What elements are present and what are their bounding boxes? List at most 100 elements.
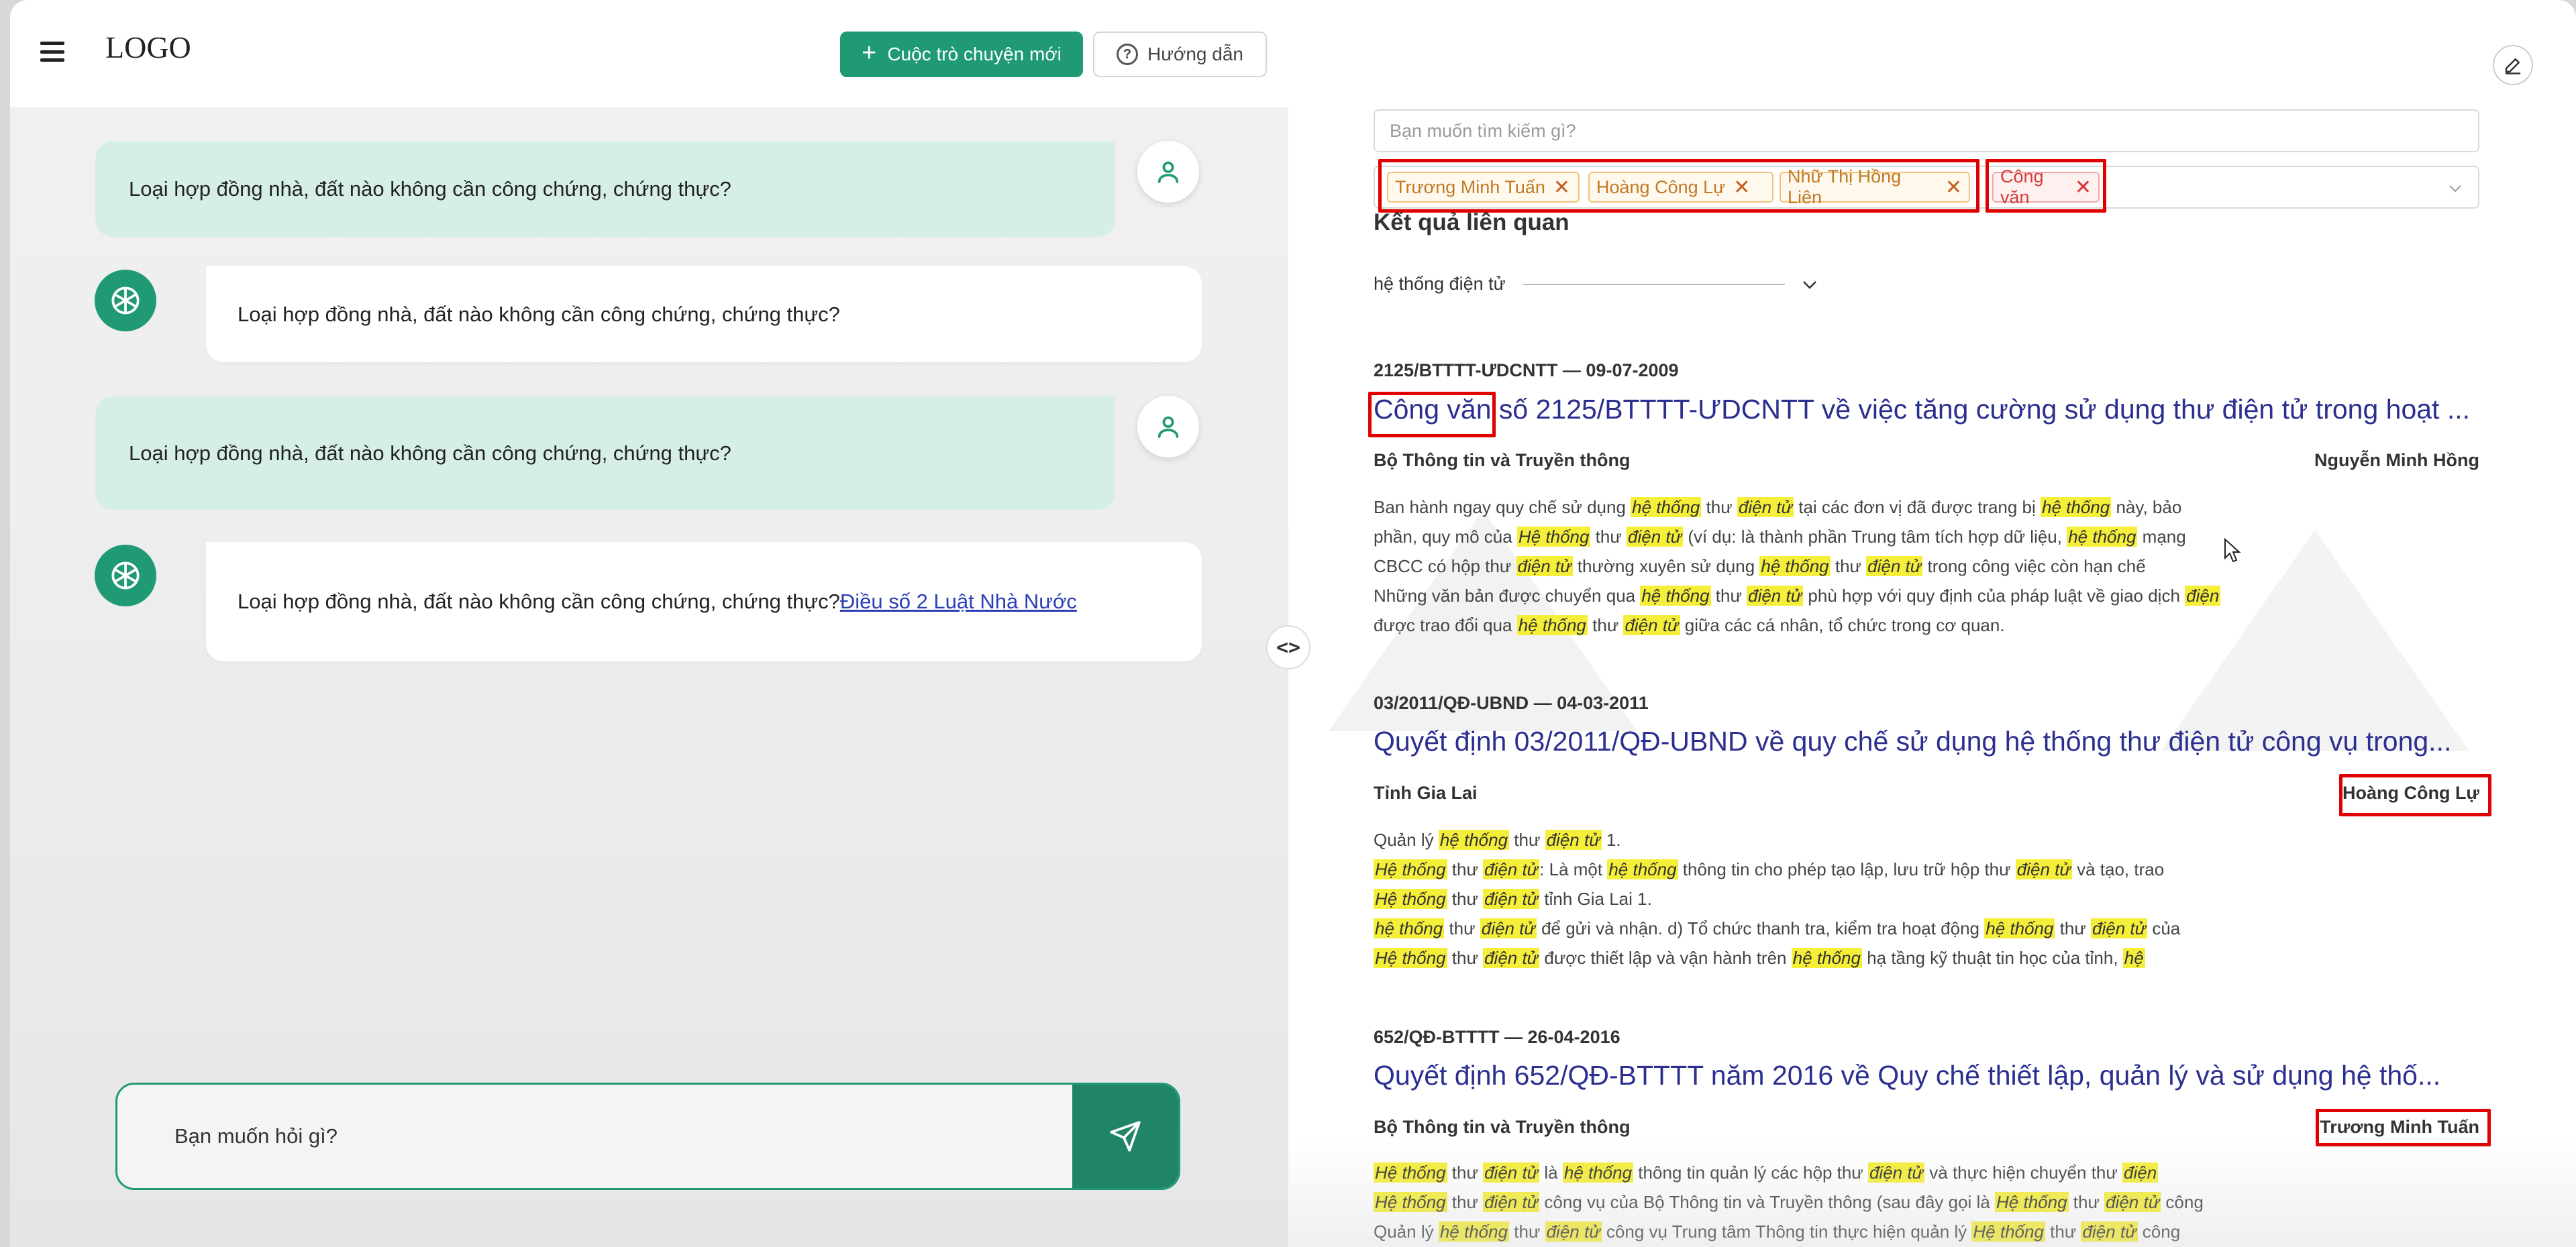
snippet-line: Quản lý hệ thống thư điện tử 1. bbox=[1374, 830, 1621, 850]
snippet-line: Quản lý hệ thống thư điện tử công vụ Tru… bbox=[1374, 1222, 2181, 1242]
highlighted-term: điện tử bbox=[2104, 1192, 2161, 1212]
message-text: Loại hợp đồng nhà, đất nào không cần côn… bbox=[238, 302, 840, 326]
annotation-highlight bbox=[1378, 159, 1979, 213]
highlighted-term: hệ thống bbox=[1791, 948, 1862, 968]
snippet-line: phần, quy mô của Hệ thống thư điện tử (v… bbox=[1374, 527, 2186, 547]
result-signer: Nguyễn Minh Hồng bbox=[2314, 450, 2479, 470]
highlighted-term: hệ thống bbox=[1516, 615, 1588, 635]
highlighted-term: điện tử bbox=[1623, 615, 1680, 635]
highlighted-term: điện tử bbox=[1483, 1162, 1540, 1183]
mouse-cursor-icon bbox=[2224, 538, 2241, 563]
logo: LOGO bbox=[105, 30, 191, 64]
highlighted-term: Hệ thống bbox=[1374, 859, 1447, 879]
highlighted-term: điện tử bbox=[1866, 556, 1923, 576]
chat-pane: LOGO + Cuộc trò chuyện mới ? Hướng dẫn L… bbox=[10, 0, 1288, 1247]
highlighted-term: điện tử bbox=[1516, 556, 1573, 576]
highlighted-term: hệ thống bbox=[1438, 830, 1510, 850]
bot-message: Loại hợp đồng nhà, đất nào không cần côn… bbox=[206, 266, 1202, 362]
highlighted-term: điện tử bbox=[1483, 859, 1540, 879]
highlighted-term: hệ thống bbox=[1607, 859, 1678, 879]
edit-button[interactable] bbox=[2493, 45, 2533, 85]
highlighted-term: hệ thống bbox=[2041, 497, 2112, 517]
highlighted-term: điện tử bbox=[2015, 859, 2072, 879]
highlighted-term: điện tử bbox=[1867, 1162, 1925, 1183]
plus-icon: + bbox=[862, 39, 877, 67]
guide-button[interactable]: ? Hướng dẫn bbox=[1093, 32, 1267, 77]
message-text: Loại hợp đồng nhà, đất nào không cần côn… bbox=[129, 441, 731, 465]
highlighted-term: điện tử bbox=[1483, 889, 1540, 909]
message-text: Loại hợp đồng nhà, đất nào không cần côn… bbox=[238, 590, 840, 613]
snippet-line: Hệ thống thư điện tử được thiết lập và v… bbox=[1374, 948, 2145, 968]
user-message: Loại hợp đồng nhà, đất nào không cần côn… bbox=[95, 142, 1115, 237]
user-message: Loại hợp đồng nhà, đất nào không cần côn… bbox=[95, 396, 1115, 510]
send-icon bbox=[1110, 1121, 1141, 1152]
highlighted-term: điện tử bbox=[1737, 497, 1794, 517]
highlighted-term: hệ bbox=[2122, 948, 2145, 968]
results-title: Kết quả liên quan bbox=[1374, 209, 1569, 235]
snippet-line: được trao đổi qua hệ thống thư điện tử g… bbox=[1374, 615, 2005, 635]
snippet-line: Những văn bản được chuyển qua hệ thống t… bbox=[1374, 586, 2221, 606]
search-input[interactable] bbox=[1374, 109, 2479, 152]
send-button[interactable] bbox=[1072, 1085, 1178, 1188]
snippet-line: Hệ thống thư điện tử tỉnh Gia Lai 1. bbox=[1374, 889, 1652, 909]
pencil-icon bbox=[2505, 58, 2521, 74]
highlighted-term: hệ thống bbox=[1640, 586, 1711, 606]
annotation-highlight bbox=[1368, 392, 1496, 437]
chat-input[interactable] bbox=[117, 1085, 1074, 1188]
bot-message: Loại hợp đồng nhà, đất nào không cần côn… bbox=[206, 542, 1202, 661]
result-title[interactable]: Quyết định 652/QĐ-BTTTT năm 2016 về Quy … bbox=[1374, 1060, 2440, 1091]
guide-label: Hướng dẫn bbox=[1147, 44, 1243, 64]
result-id: 652/QĐ-BTTTT — 26-04-2016 bbox=[1374, 1027, 1620, 1047]
snippet-line: hệ thống thư điện tử để gửi và nhận. d) … bbox=[1374, 918, 2181, 938]
highlighted-term: điện tử bbox=[1480, 918, 1537, 938]
highlighted-term: Hệ thống bbox=[1374, 1162, 1447, 1183]
highlighted-term: hệ thống bbox=[1374, 918, 1445, 938]
highlighted-term: điện tử bbox=[2081, 1222, 2138, 1242]
snippet-line: CBCC có hộp thư điện tử thường xuyên sử … bbox=[1374, 556, 2146, 576]
highlighted-term: điện bbox=[2185, 586, 2221, 606]
highlighted-term: điện tử bbox=[2091, 918, 2148, 938]
message-text: Loại hợp đồng nhà, đất nào không cần côn… bbox=[129, 177, 731, 201]
result-title[interactable]: Quyết định 03/2011/QĐ-UBND về quy chế sử… bbox=[1374, 726, 2451, 757]
result-snippet: Hệ thống thư điện tử là hệ thống thông t… bbox=[1374, 1158, 2353, 1246]
chevron-down-icon[interactable] bbox=[2447, 182, 2463, 195]
panel-toggle-button[interactable]: <> bbox=[1266, 625, 1310, 669]
bot-avatar bbox=[95, 270, 156, 331]
highlighted-term: hệ thống bbox=[1438, 1222, 1510, 1242]
highlighted-term: điện tử bbox=[1483, 1192, 1540, 1212]
result-title[interactable]: Công văn số 2125/BTTTT-ƯDCNTT về việc tă… bbox=[1374, 394, 2470, 425]
user-icon bbox=[1157, 416, 1179, 438]
result-snippet: Quản lý hệ thống thư điện tử 1. Hệ thống … bbox=[1374, 825, 2353, 973]
highlighted-term: hệ thống bbox=[1562, 1162, 1634, 1183]
annotation-highlight bbox=[2339, 774, 2491, 816]
chat-input-box bbox=[115, 1083, 1180, 1190]
highlighted-term: Hệ thống bbox=[1516, 527, 1591, 547]
search-pane: Trương Minh Tuấn✕ Hoàng Công Lự✕ Nhữ Thị… bbox=[1288, 0, 2576, 1247]
highlighted-term: hệ thống bbox=[2067, 527, 2138, 547]
new-chat-button[interactable]: + Cuộc trò chuyện mới bbox=[840, 32, 1083, 77]
result-organization: Tỉnh Gia Lai bbox=[1374, 783, 1478, 803]
chevron-down-icon bbox=[1802, 280, 1816, 289]
result-snippet: Ban hành ngay quy chế sử dụng hệ thống t… bbox=[1374, 492, 2353, 640]
annotation-highlight bbox=[1986, 159, 2106, 213]
user-avatar bbox=[1137, 396, 1199, 457]
hamburger-menu-icon[interactable] bbox=[40, 42, 64, 62]
user-icon bbox=[1157, 161, 1179, 183]
highlighted-term: hệ thống bbox=[1984, 918, 2055, 938]
message-link[interactable]: Điều số 2 Luật Nhà Nước bbox=[840, 590, 1077, 614]
highlighted-term: điện tử bbox=[1545, 830, 1602, 850]
filter-label: hệ thống điện tử bbox=[1374, 274, 1506, 294]
highlighted-term: hệ thống bbox=[1631, 497, 1702, 517]
openai-logo-icon bbox=[111, 561, 140, 590]
highlighted-term: điện tử bbox=[1627, 527, 1684, 547]
highlighted-term: điện tử bbox=[1483, 948, 1540, 968]
highlighted-term: Hệ thống bbox=[1374, 948, 1447, 968]
snippet-line: Hệ thống thư điện tử: Là một hệ thống th… bbox=[1374, 859, 2165, 879]
new-chat-label: Cuộc trò chuyện mới bbox=[887, 44, 1062, 64]
help-circle-icon: ? bbox=[1117, 44, 1139, 65]
highlighted-term: Hệ thống bbox=[1995, 1192, 2069, 1212]
snippet-line: Hệ thống thư điện tử là hệ thống thông t… bbox=[1374, 1162, 2159, 1183]
filter-dropdown[interactable]: hệ thống điện tử bbox=[1374, 274, 1818, 294]
snippet-line: Hệ thống thư điện tử công vụ của Bộ Thôn… bbox=[1374, 1192, 2204, 1212]
bot-avatar bbox=[95, 545, 156, 606]
